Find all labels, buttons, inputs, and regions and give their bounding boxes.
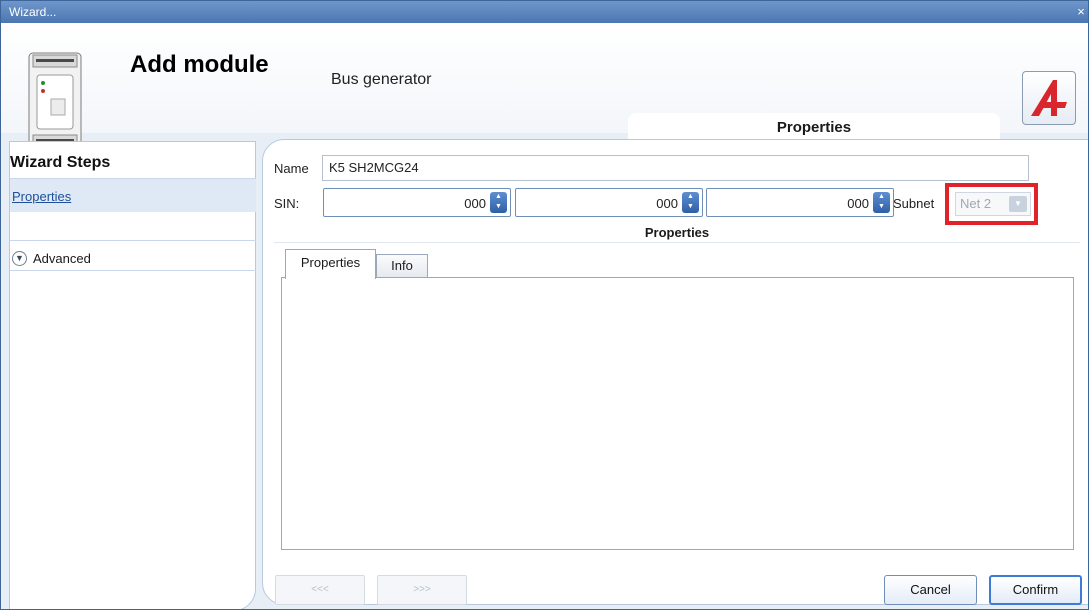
cancel-button[interactable]: Cancel	[884, 575, 977, 605]
subnet-value: Net 2	[960, 196, 992, 211]
page-subtitle: Bus generator	[331, 71, 432, 88]
advanced-label: Advanced	[33, 250, 91, 266]
spinner-icon[interactable]: ▲ ▼	[873, 192, 890, 213]
spinner-icon[interactable]: ▲ ▼	[490, 192, 507, 213]
chevron-down-icon: ▼	[12, 250, 27, 266]
previous-button[interactable]: <<<	[275, 575, 365, 605]
tab-content-panel	[281, 277, 1074, 550]
title-bar: Wizard... ×	[1, 1, 1088, 23]
sin-stepper-2[interactable]: 000 ▲ ▼	[515, 188, 703, 217]
sin-value: 000	[464, 196, 486, 211]
sin-value: 000	[656, 196, 678, 211]
sin-label: SIN:	[274, 196, 300, 211]
confirm-button[interactable]: Confirm	[989, 575, 1082, 605]
name-label: Name	[274, 161, 309, 176]
divider	[10, 240, 256, 241]
next-button[interactable]: >>>	[377, 575, 467, 605]
window-title: Wizard...	[9, 5, 57, 19]
sin-stepper-1[interactable]: 000 ▲ ▼	[323, 188, 511, 217]
din-rail-module-icon	[28, 52, 82, 150]
properties-panel-tab: Properties	[628, 113, 1000, 139]
subnet-select[interactable]: Net 2 ▼	[955, 192, 1031, 216]
tab-properties[interactable]: Properties	[285, 249, 376, 279]
tab-info[interactable]: Info	[376, 254, 428, 278]
sin-value: 000	[847, 196, 869, 211]
spinner-icon[interactable]: ▲ ▼	[682, 192, 699, 213]
chevron-down-icon: ▼	[1009, 196, 1027, 212]
subnet-highlight: Net 2 ▼	[945, 183, 1038, 225]
sin-stepper-3[interactable]: 000 ▲ ▼	[706, 188, 894, 217]
sidebar-item-properties[interactable]: Properties	[10, 178, 256, 212]
sidebar-title: Wizard Steps	[10, 154, 111, 171]
wizard-window: Wizard... × Add module Bus generator Pro…	[0, 0, 1089, 610]
advanced-expander[interactable]: ▼ Advanced	[12, 246, 91, 270]
page-title: Add module	[130, 51, 269, 78]
subnet-label: Subnet	[893, 196, 935, 211]
app-logo-icon	[1031, 80, 1067, 116]
app-logo-icon[interactable]	[1022, 71, 1076, 125]
name-field[interactable]: K5 SH2MCG24	[322, 155, 1029, 181]
section-title: Properties	[274, 225, 1080, 243]
close-icon[interactable]: ×	[1074, 1, 1088, 23]
wizard-steps-sidebar: Wizard Steps Properties ▼ Advanced	[9, 141, 256, 609]
divider	[10, 270, 256, 271]
sidebar-item-label[interactable]: Properties	[12, 189, 71, 204]
